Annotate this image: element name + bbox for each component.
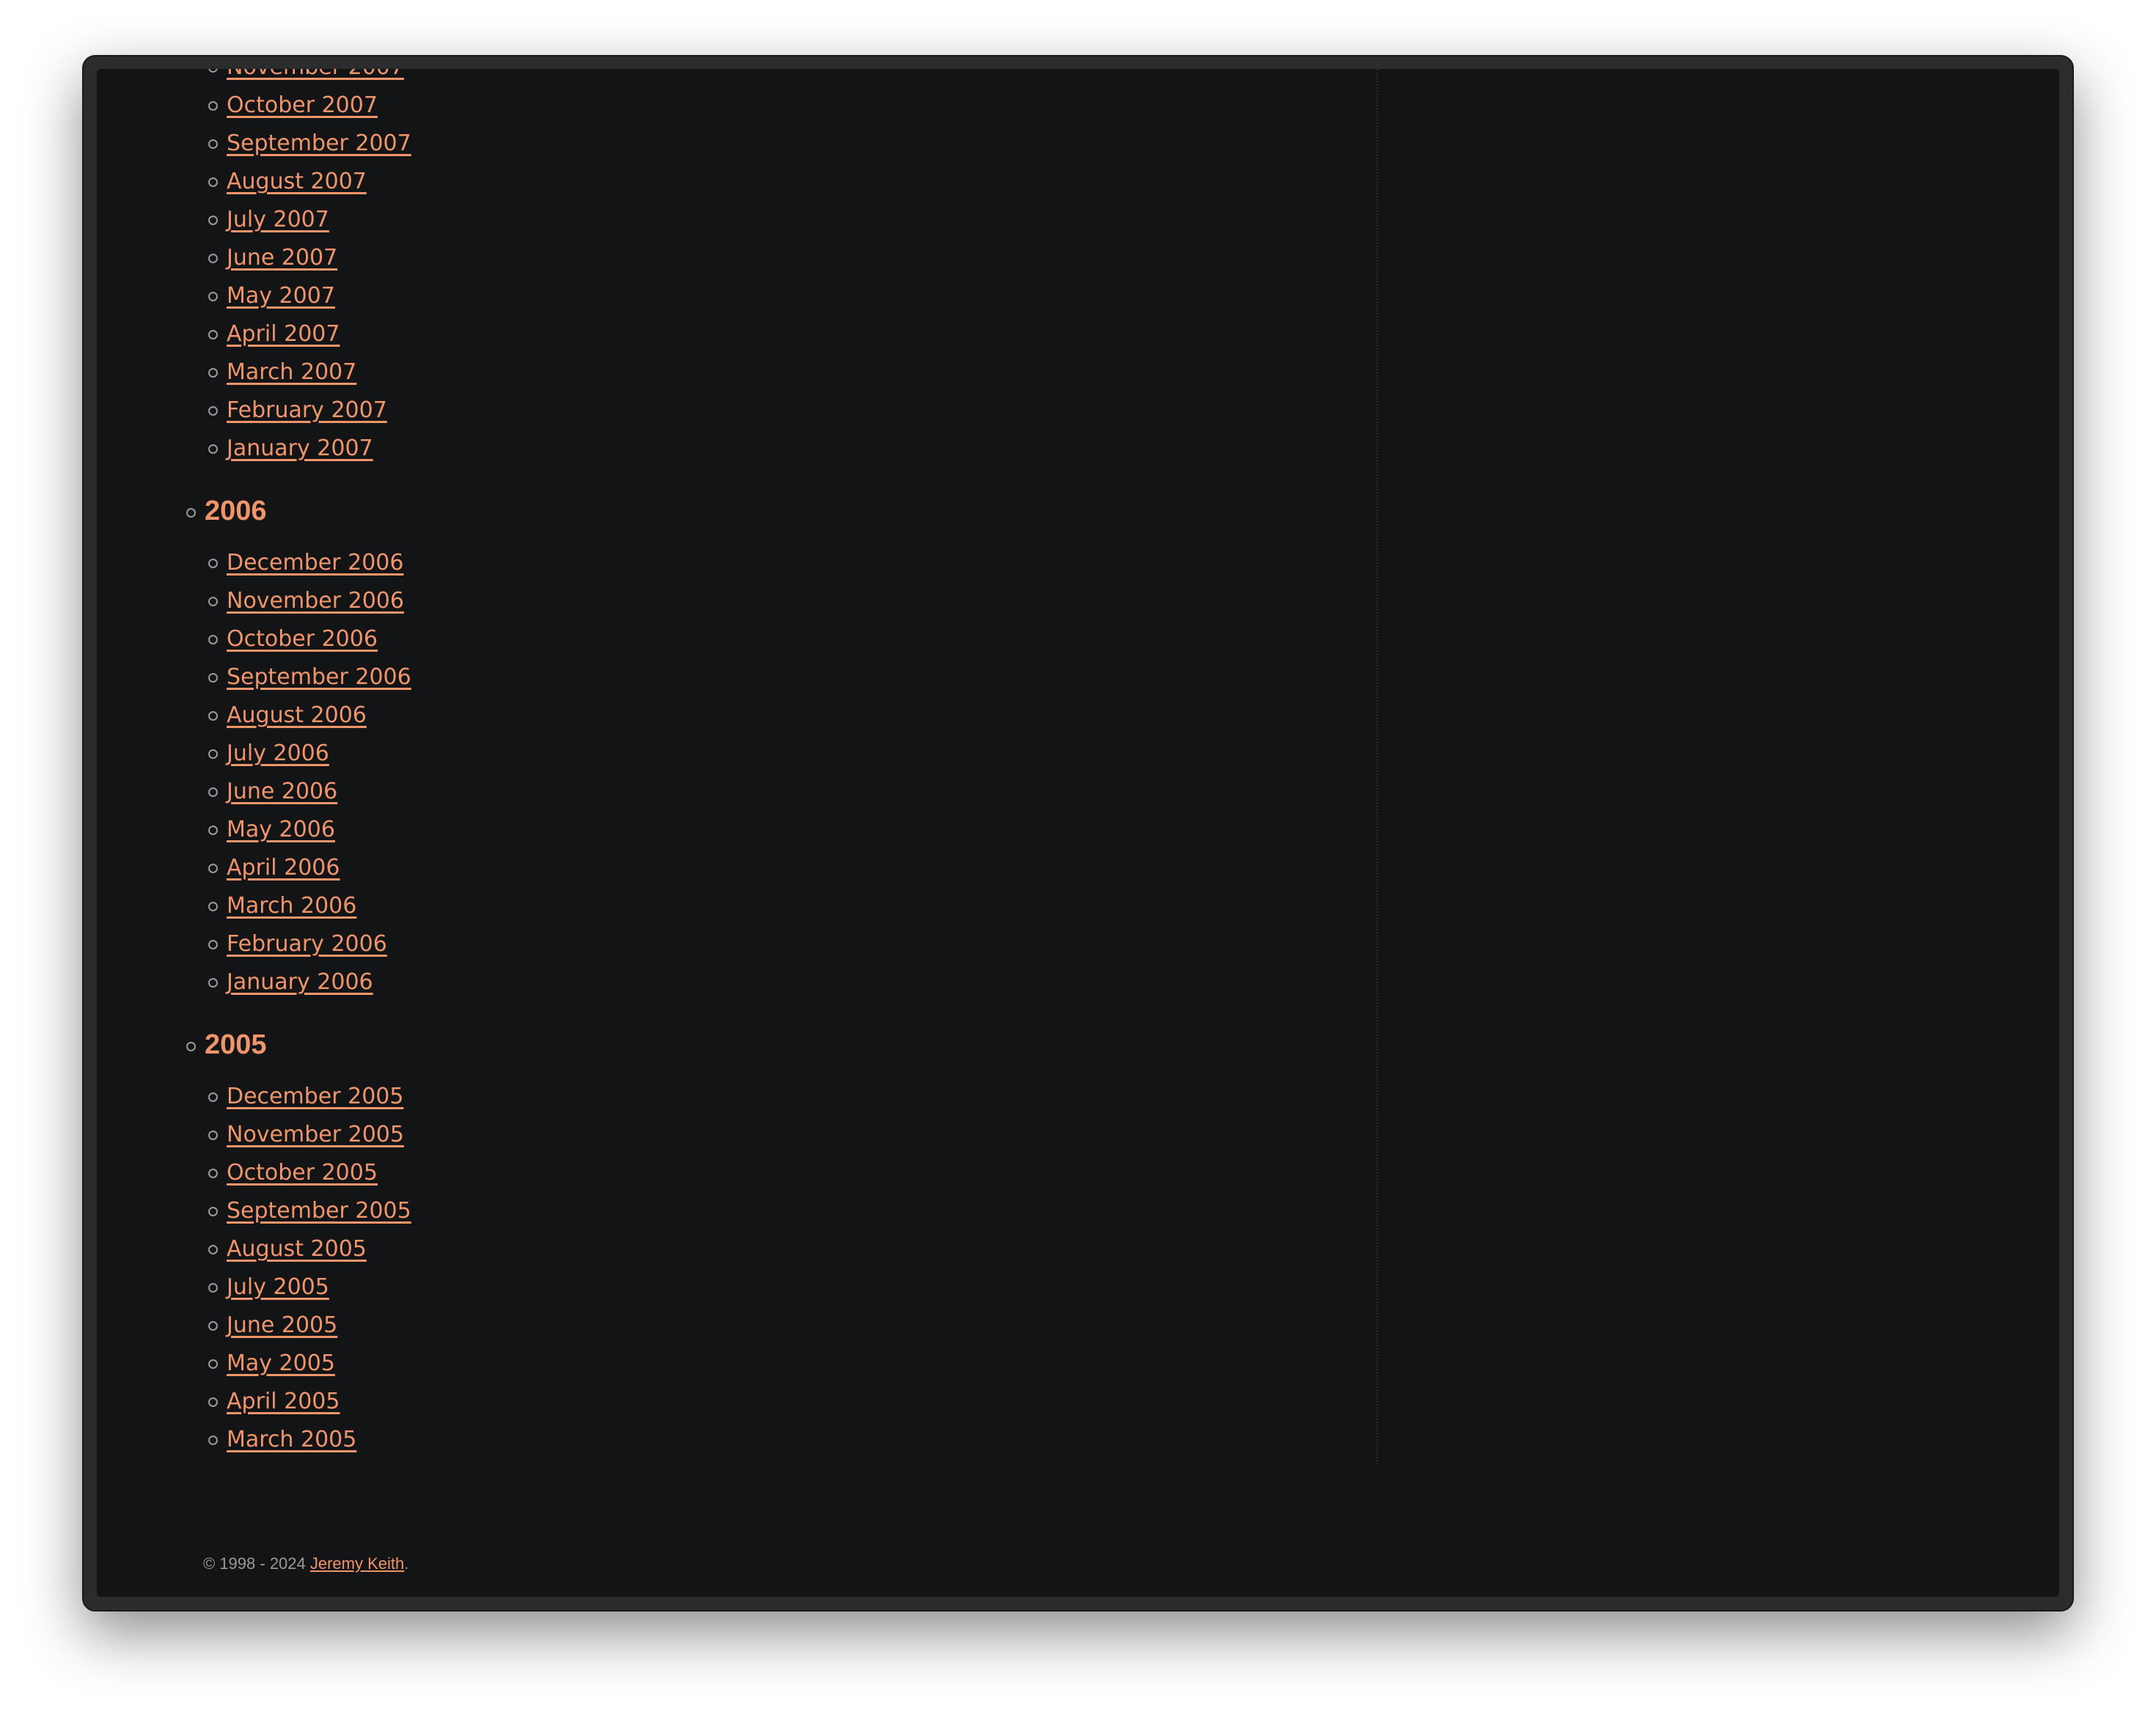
circle-bullet-icon <box>208 826 218 835</box>
archive-month-link[interactable]: August 2006 <box>227 697 367 735</box>
circle-bullet-icon <box>208 406 218 416</box>
circle-bullet-icon <box>208 1359 218 1369</box>
archive-month-link[interactable]: December 2005 <box>227 1078 403 1116</box>
archive-month-link[interactable]: July 2006 <box>227 735 329 773</box>
circle-bullet-icon <box>208 864 218 873</box>
archive-month-link[interactable]: July 2007 <box>227 201 329 239</box>
circle-bullet-icon <box>208 940 218 949</box>
archive-month-link[interactable]: April 2007 <box>227 315 340 353</box>
circle-bullet-icon <box>208 101 218 111</box>
archive-month-link[interactable]: October 2007 <box>227 87 378 125</box>
circle-bullet-icon <box>208 69 218 73</box>
archive-month-link[interactable]: June 2007 <box>227 239 337 277</box>
archive-month-link[interactable]: November 2005 <box>227 1116 404 1154</box>
archive-month-link[interactable]: September 2006 <box>227 658 411 697</box>
archive-month-link[interactable]: August 2005 <box>227 1230 367 1268</box>
archive-month-link[interactable]: December 2006 <box>227 544 403 582</box>
circle-bullet-icon <box>208 216 218 225</box>
circle-bullet-icon <box>208 139 218 149</box>
footer: © 1998 - 2024 Jeremy Keith. <box>203 1554 408 1573</box>
circle-bullet-icon <box>208 1092 218 1102</box>
archive-month-link[interactable]: August 2007 <box>227 163 367 201</box>
archive-year-heading: 2006 <box>205 496 267 526</box>
circle-bullet-icon <box>208 1207 218 1216</box>
archive-year-heading: 2005 <box>205 1029 267 1060</box>
archive-month-link[interactable]: May 2006 <box>227 811 335 849</box>
circle-bullet-icon <box>208 673 218 683</box>
circle-bullet-icon <box>208 1131 218 1140</box>
circle-bullet-icon <box>208 1436 218 1445</box>
footer-period: . <box>404 1554 409 1573</box>
archive-month-link[interactable]: September 2005 <box>227 1192 411 1230</box>
circle-bullet-icon <box>208 292 218 301</box>
circle-bullet-icon <box>208 1245 218 1254</box>
archive-month-link[interactable]: June 2005 <box>227 1306 337 1345</box>
circle-bullet-icon <box>208 711 218 721</box>
circle-bullet-icon <box>208 368 218 378</box>
archive-month-link[interactable]: April 2005 <box>227 1383 340 1421</box>
archive-month-link[interactable]: October 2006 <box>227 620 378 658</box>
circle-bullet-icon <box>208 1321 218 1331</box>
archive-month-link[interactable]: January 2006 <box>227 963 373 1002</box>
page-viewport: November 2007October 2007September 2007A… <box>97 69 2059 1597</box>
archive-month-link[interactable]: June 2006 <box>227 773 337 811</box>
circle-bullet-icon <box>208 635 218 644</box>
circle-bullet-icon <box>208 1283 218 1293</box>
circle-bullet-icon <box>208 1169 218 1178</box>
archive-month-link[interactable]: March 2007 <box>227 353 356 392</box>
circle-bullet-icon <box>208 902 218 911</box>
archive-month-link[interactable]: March 2005 <box>227 1421 356 1459</box>
archive-month-link[interactable]: April 2006 <box>227 849 340 887</box>
archive-month-link[interactable]: October 2005 <box>227 1154 378 1192</box>
circle-bullet-icon <box>208 444 218 454</box>
archive-month-link[interactable]: November 2007 <box>227 69 404 87</box>
archive-month-link[interactable]: May 2007 <box>227 277 335 315</box>
archive-month-link[interactable]: November 2006 <box>227 582 404 620</box>
circle-bullet-icon <box>208 330 218 339</box>
circle-bullet-icon <box>186 1042 196 1051</box>
circle-bullet-icon <box>208 787 218 797</box>
archive-month-link[interactable]: March 2006 <box>227 887 356 925</box>
circle-bullet-icon <box>208 597 218 606</box>
author-link[interactable]: Jeremy Keith <box>310 1554 404 1573</box>
circle-bullet-icon <box>186 508 196 518</box>
column-divider <box>1376 69 1378 1464</box>
circle-bullet-icon <box>208 749 218 759</box>
circle-bullet-icon <box>208 978 218 988</box>
archive-month-link[interactable]: February 2007 <box>227 392 387 430</box>
circle-bullet-icon <box>208 559 218 568</box>
archive-month-link[interactable]: September 2007 <box>227 125 411 163</box>
archive-month-link[interactable]: February 2006 <box>227 925 387 963</box>
circle-bullet-icon <box>208 254 218 263</box>
archive-month-link[interactable]: May 2005 <box>227 1345 335 1383</box>
archive-month-link[interactable]: July 2005 <box>227 1268 329 1306</box>
circle-bullet-icon <box>208 177 218 187</box>
copyright-text: © 1998 - 2024 <box>203 1554 310 1573</box>
circle-bullet-icon <box>208 1397 218 1407</box>
archive-month-link[interactable]: January 2007 <box>227 430 373 468</box>
